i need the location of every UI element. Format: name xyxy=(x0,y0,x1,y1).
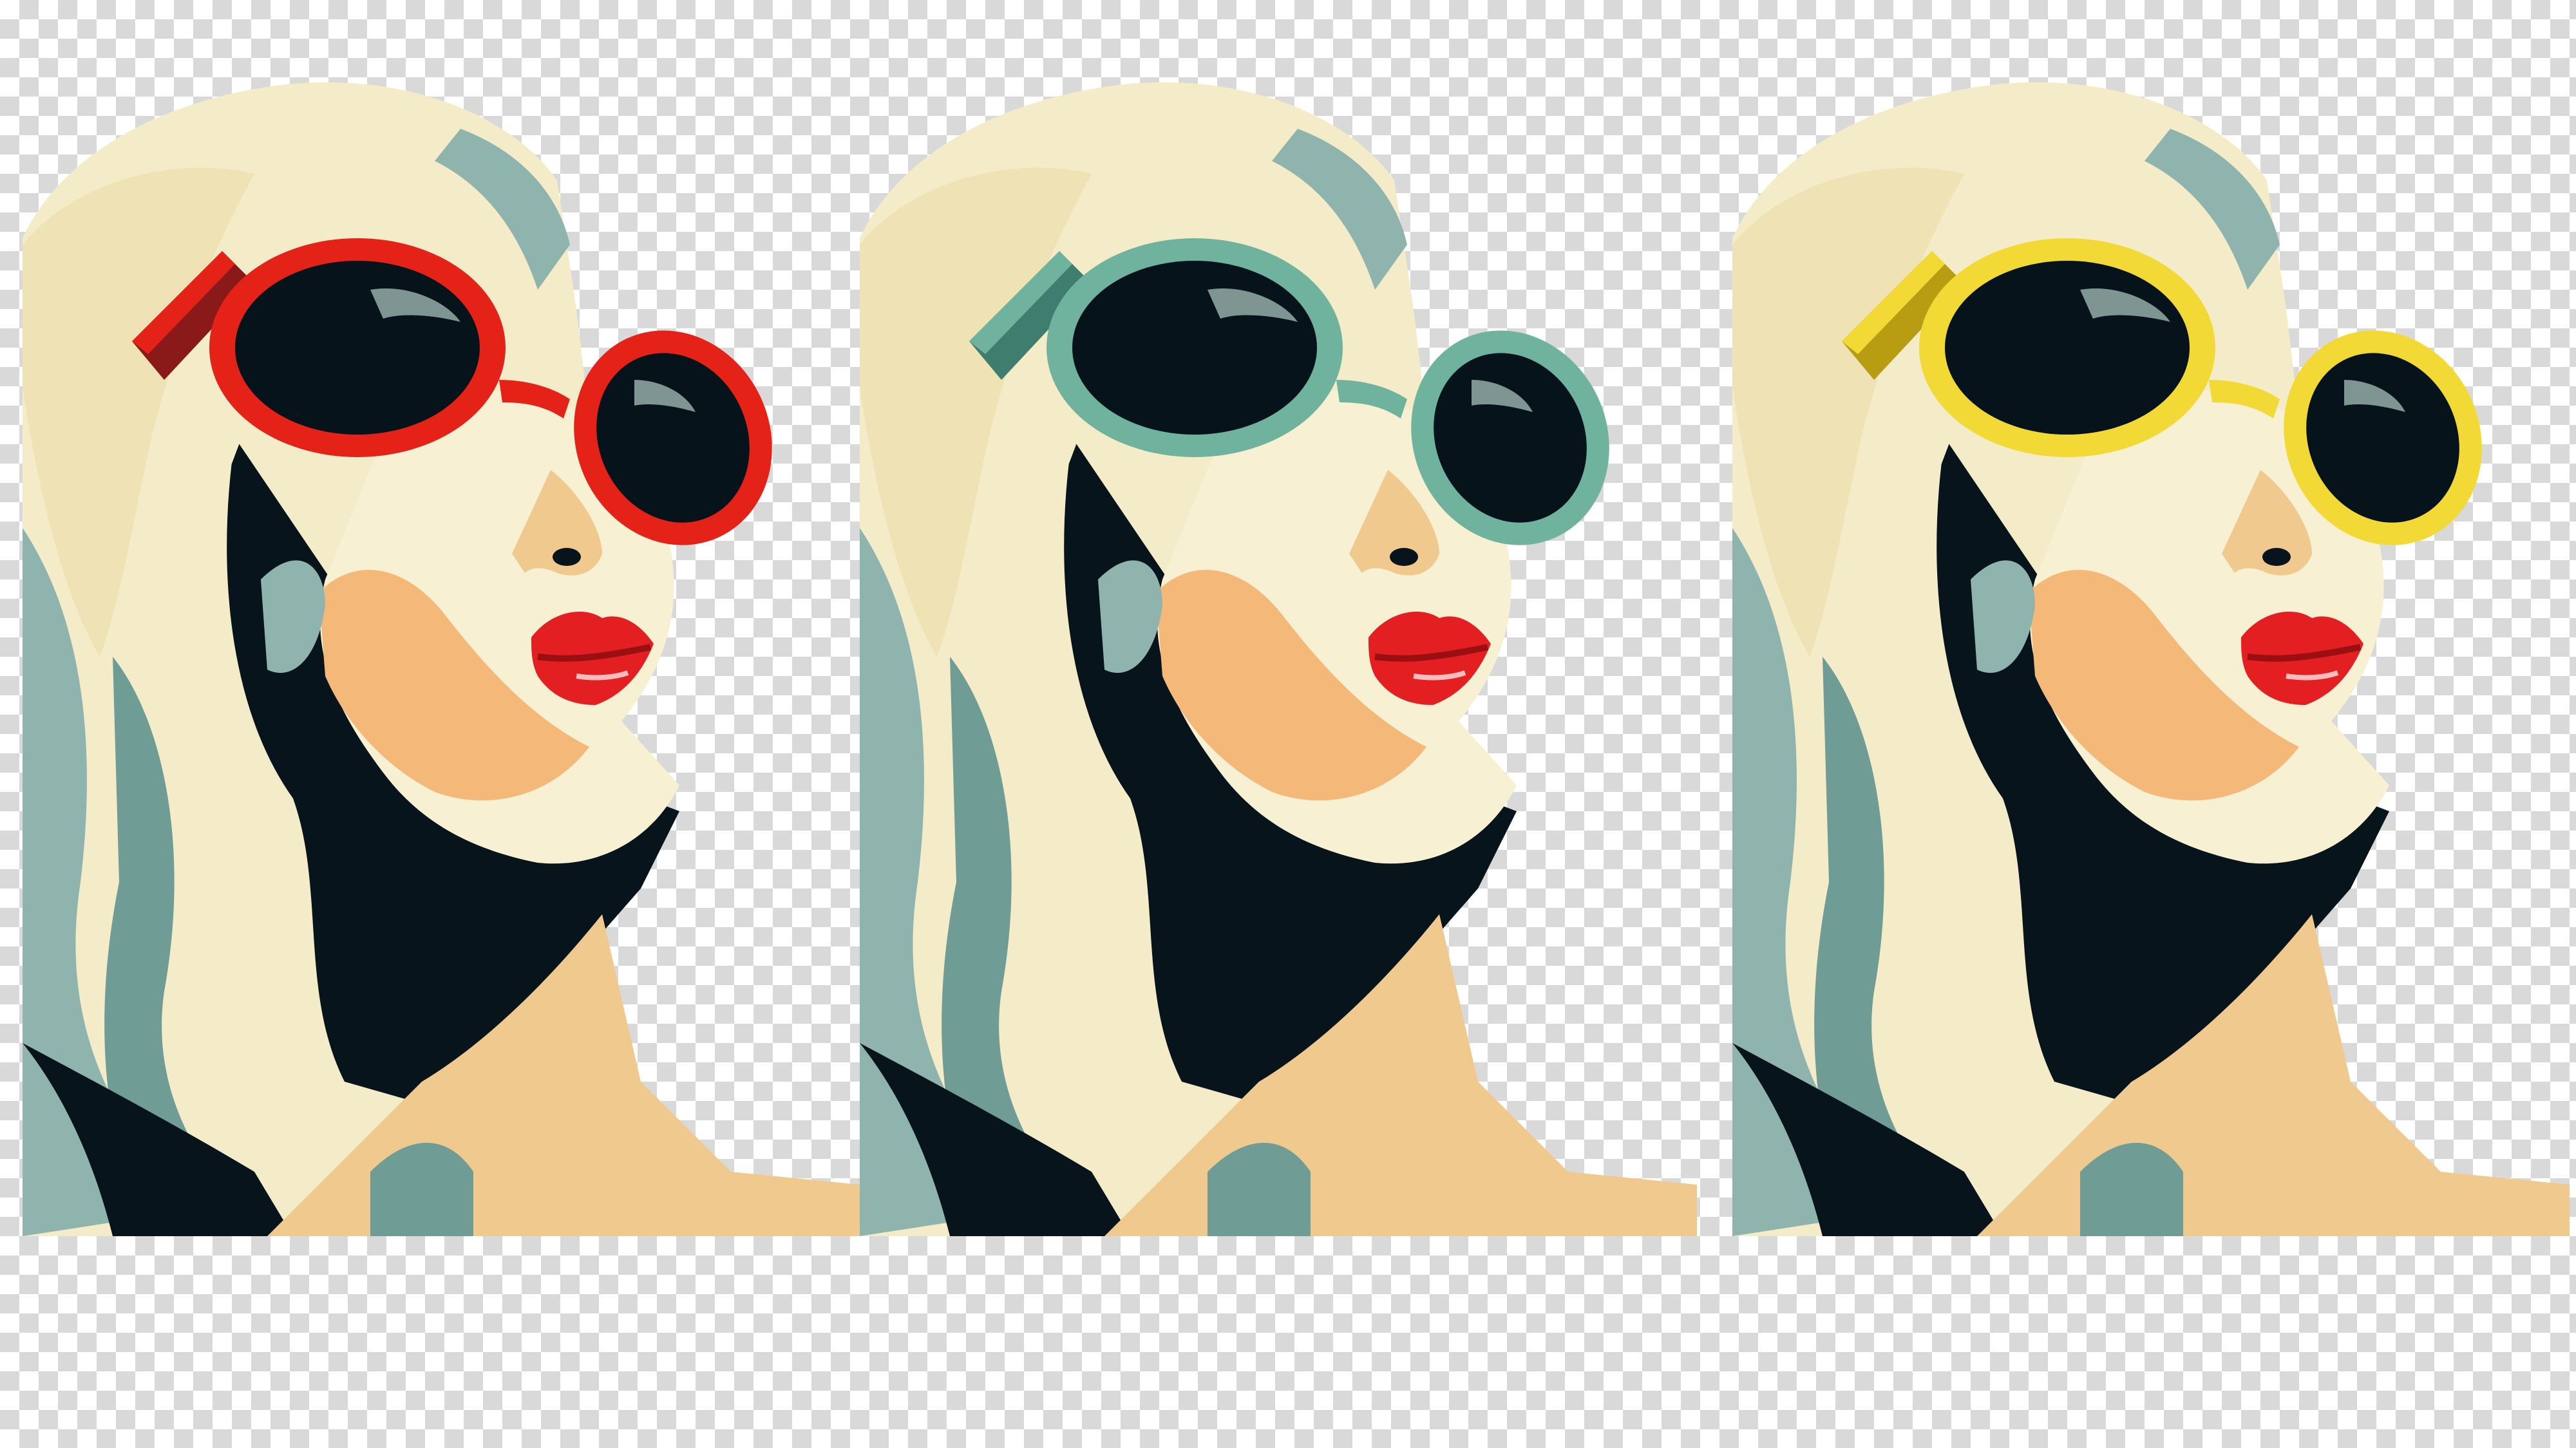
portrait-red-sunglasses xyxy=(23,77,860,1275)
canvas xyxy=(0,0,2576,1448)
portrait-teal-sunglasses xyxy=(860,77,1697,1275)
left-lens xyxy=(1072,261,1317,435)
left-lens xyxy=(235,261,480,435)
left-lens xyxy=(1945,261,2190,435)
portrait-yellow-sunglasses xyxy=(1732,77,2570,1275)
